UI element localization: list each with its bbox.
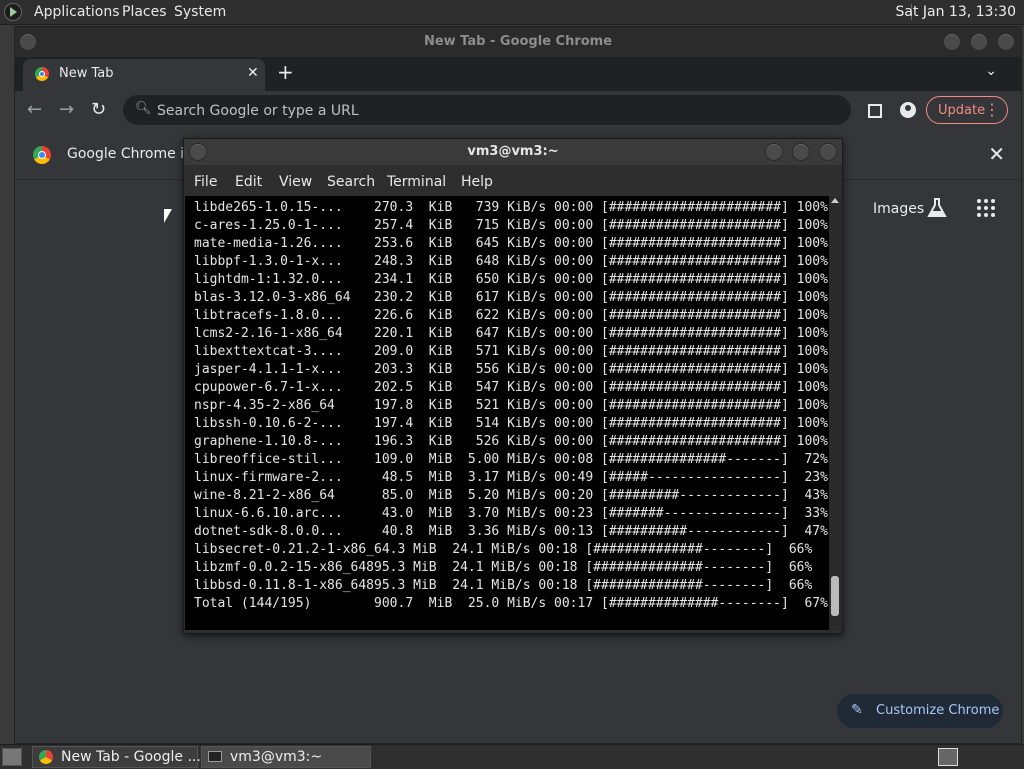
chrome-titlebar[interactable]: New Tab - Google Chrome	[15, 27, 1021, 57]
distro-logo-icon[interactable]	[4, 3, 22, 21]
terminal-titlebar[interactable]: vm3@vm3:~	[184, 139, 842, 165]
google-apps-grid-icon[interactable]	[977, 199, 995, 217]
taskbar-item-label: vm3@vm3:~	[230, 749, 323, 765]
tab-strip: New Tab ✕ + ⌄	[15, 57, 1021, 91]
terminal-menu-view[interactable]: View	[279, 174, 312, 190]
terminal-window: vm3@vm3:~ File Edit View Search Terminal…	[183, 138, 843, 634]
terminal-menu-edit[interactable]: Edit	[235, 174, 262, 190]
new-tab-plus-icon[interactable]: +	[277, 60, 294, 84]
customize-chrome-button[interactable]: ✎ Customize Chrome	[837, 694, 1003, 728]
side-panel-icon[interactable]	[868, 104, 882, 118]
terminal-scrollbar[interactable]	[829, 196, 841, 630]
terminal-line: libssh-0.10.6-2-... 197.4 KiB 514 KiB/s …	[194, 416, 828, 431]
close-window-button[interactable]	[997, 33, 1015, 51]
tab-new-tab[interactable]: New Tab ✕	[23, 59, 265, 91]
terminal-line: libzmf-0.0.2-15-x86_64895.3 MiB 24.1 MiB…	[194, 560, 813, 575]
images-link[interactable]: Images	[873, 201, 924, 217]
taskbar-item-label: New Tab - Google ...	[61, 749, 201, 765]
terminal-line: graphene-1.10.8-... 196.3 KiB 526 KiB/s …	[194, 434, 828, 449]
scrollbar-thumb[interactable]	[831, 576, 839, 616]
infobar-close-icon[interactable]: ✕	[988, 142, 1005, 166]
tab-label: New Tab	[59, 66, 114, 81]
terminal-taskbar-icon	[208, 751, 222, 762]
terminal-line: libreoffice-stil... 109.0 MiB 5.00 MiB/s…	[194, 452, 828, 467]
terminal-line: lightdm-1:1.32.0... 234.1 KiB 650 KiB/s …	[194, 272, 828, 287]
terminal-menubar: File Edit View Search Terminal Help	[184, 169, 842, 195]
chrome-window-title: New Tab - Google Chrome	[423, 34, 613, 49]
terminal-line: libsecret-0.21.2-1-x86_64.3 MiB 24.1 MiB…	[194, 542, 813, 557]
terminal-line: mate-media-1.26.... 253.6 KiB 645 KiB/s …	[194, 236, 828, 251]
omnibox[interactable]: 🔍︎	[123, 95, 851, 127]
bottom-taskbar: New Tab - Google ... vm3@vm3:~	[0, 744, 1024, 769]
forward-arrow-icon[interactable]: →	[59, 99, 74, 120]
terminal-screen[interactable]: libde265-1.0.15-... 270.3 KiB 739 KiB/s …	[185, 196, 829, 630]
tab-close-icon[interactable]: ✕	[247, 65, 259, 81]
terminal-line: blas-3.12.0-3-x86_64 230.2 KiB 617 KiB/s…	[194, 290, 828, 305]
terminal-line: nspr-4.35-2-x86_64 197.8 KiB 521 KiB/s 0…	[194, 398, 828, 413]
clock[interactable]: Sat Jan 13, 13:30	[896, 4, 1017, 20]
terminal-line: libde265-1.0.15-... 270.3 KiB 739 KiB/s …	[194, 200, 828, 215]
terminal-line: wine-8.21-2-x86_64 85.0 MiB 5.20 MiB/s 0…	[194, 488, 828, 503]
terminal-menu-search[interactable]: Search	[327, 174, 375, 190]
mouse-pointer-icon	[164, 209, 172, 223]
labs-flask-icon[interactable]	[925, 196, 949, 220]
terminal-line: libexttextcat-3.... 209.0 KiB 571 KiB/s …	[194, 344, 828, 359]
terminal-menu-help[interactable]: Help	[461, 174, 493, 190]
terminal-close-button[interactable]	[819, 143, 837, 161]
menu-places[interactable]: Places	[122, 4, 167, 20]
omnibox-input[interactable]	[155, 95, 839, 127]
terminal-menu-file[interactable]: File	[194, 174, 217, 190]
terminal-maximize-button[interactable]	[792, 143, 810, 161]
taskbar-item-terminal[interactable]: vm3@vm3:~	[201, 746, 371, 768]
terminal-line: cpupower-6.7-1-x... 202.5 KiB 547 KiB/s …	[194, 380, 828, 395]
terminal-line: libtracefs-1.8.0... 226.6 KiB 622 KiB/s …	[194, 308, 828, 323]
taskbar-item-chrome[interactable]: New Tab - Google ...	[32, 746, 201, 768]
chrome-logo-icon	[33, 146, 51, 164]
terminal-menu-terminal[interactable]: Terminal	[387, 174, 446, 190]
terminal-line: jasper-4.1.1-1-x... 203.3 KiB 556 KiB/s …	[194, 362, 828, 377]
terminal-title: vm3@vm3:~	[467, 144, 559, 159]
chrome-favicon-icon	[35, 67, 49, 81]
infobar-message: Google Chrome isn	[67, 146, 201, 162]
terminal-line: Total (144/195) 900.7 MiB 25.0 MiB/s 00:…	[194, 596, 828, 611]
customize-chrome-label: Customize Chrome	[876, 703, 1000, 718]
reload-icon[interactable]: ↻	[91, 99, 106, 120]
tab-search-chevron-icon[interactable]: ⌄	[985, 63, 997, 79]
top-panel: Applications Places System Sat Jan 13, 1…	[0, 0, 1024, 25]
terminal-line: libbpf-1.3.0-1-x... 248.3 KiB 648 KiB/s …	[194, 254, 828, 269]
show-desktop-icon[interactable]	[2, 748, 22, 766]
chrome-toolbar: ← → ↻ 🔍︎ Update ⋮	[15, 91, 1021, 131]
back-arrow-icon[interactable]: ←	[27, 99, 42, 120]
terminal-minimize-button[interactable]	[765, 143, 783, 161]
menu-applications[interactable]: Applications	[34, 4, 120, 20]
pencil-icon: ✎	[851, 702, 863, 718]
search-icon: 🔍︎	[135, 101, 152, 116]
terminal-line: lcms2-2.16-1-x86_64 220.1 KiB 647 KiB/s …	[194, 326, 828, 341]
maximize-button[interactable]	[970, 33, 988, 51]
terminal-line: linux-6.6.10.arc... 43.0 MiB 3.70 MiB/s …	[194, 506, 828, 521]
workspace-switcher[interactable]	[938, 748, 958, 766]
kebab-menu-icon: ⋮	[984, 100, 1000, 119]
scroll-up-arrow-icon[interactable]	[831, 198, 839, 203]
menu-system[interactable]: System	[174, 4, 226, 20]
minimize-button[interactable]	[943, 33, 961, 51]
profile-avatar-icon[interactable]	[900, 102, 916, 118]
terminal-line: libbsd-0.11.8-1-x86_64895.3 MiB 24.1 MiB…	[194, 578, 813, 593]
update-button[interactable]: Update ⋮	[926, 96, 1008, 124]
terminal-line: dotnet-sdk-8.0.0... 40.8 MiB 3.36 MiB/s …	[194, 524, 828, 539]
terminal-line: c-ares-1.25.0-1-... 257.4 KiB 715 KiB/s …	[194, 218, 828, 233]
chrome-taskbar-icon	[39, 750, 53, 764]
update-label: Update	[938, 103, 986, 118]
terminal-output: libde265-1.0.15-... 270.3 KiB 739 KiB/s …	[194, 199, 828, 613]
terminal-line: linux-firmware-2... 48.5 MiB 3.17 MiB/s …	[194, 470, 828, 485]
